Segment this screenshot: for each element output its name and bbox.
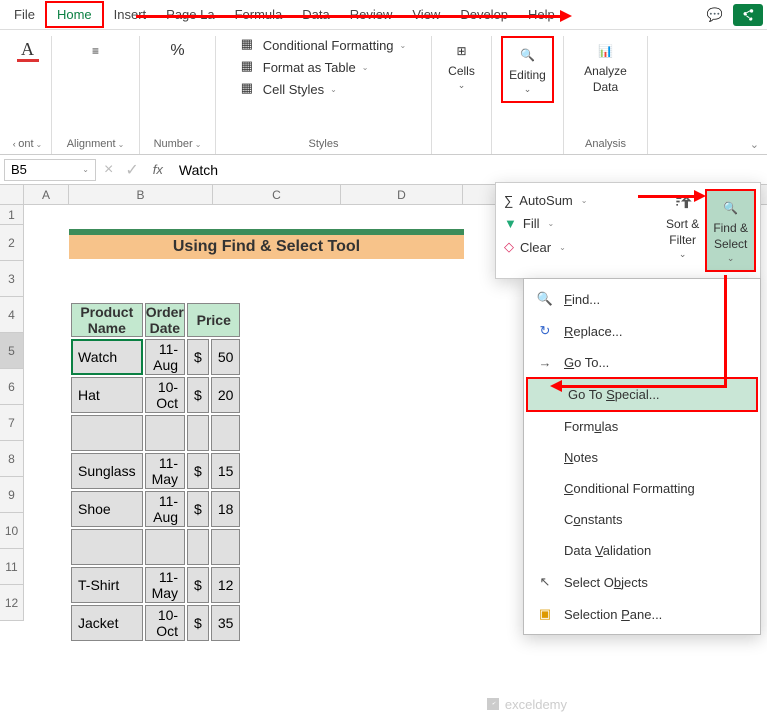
editing-button[interactable]: 🔍Editing⌄ <box>505 40 550 99</box>
find-select-button[interactable]: 🔍 Find &Select⌄ <box>709 193 752 268</box>
watermark: exceldemy <box>485 696 567 712</box>
font-group[interactable]: A <box>13 36 43 66</box>
tab-view[interactable]: View <box>402 3 450 26</box>
table-row[interactable]: Shoe11-Aug$18 <box>71 491 240 527</box>
tab-home[interactable]: Home <box>45 1 104 28</box>
col-header-c[interactable]: C <box>213 185 341 204</box>
menu-dataval[interactable]: Data Validation <box>524 535 760 566</box>
alignment-label: Alignment <box>67 138 116 150</box>
number-group[interactable]: % <box>163 36 193 66</box>
row-header[interactable]: 1 <box>0 205 24 225</box>
row-header[interactable]: 9 <box>0 477 24 513</box>
cells-button[interactable]: ⊞Cells⌄ <box>444 36 479 95</box>
menu-selectobjects[interactable]: ↖Select Objects <box>524 566 760 598</box>
menu-find[interactable]: 🔍Find... <box>524 283 760 315</box>
format-as-table-button[interactable]: ▦Format as Table⌄ <box>241 58 407 76</box>
arrow-head-1 <box>560 10 572 22</box>
row-header[interactable]: 4 <box>0 297 24 333</box>
menu-notes[interactable]: Notes <box>524 442 760 473</box>
fx-icon[interactable]: fx <box>147 162 169 177</box>
table-row[interactable]: Jacket10-Oct$35 <box>71 605 240 641</box>
header-price[interactable]: Price <box>187 303 240 337</box>
ribbon: A ‹ ont⌄ ≡ Alignment⌄ % Number⌄ ▦Conditi… <box>0 30 767 155</box>
menu-formulas[interactable]: Formulas <box>524 411 760 442</box>
ribbon-expand-icon[interactable]: ⌄ <box>750 138 759 151</box>
col-header-a[interactable]: A <box>24 185 69 204</box>
menu-condfmt[interactable]: Conditional Formatting <box>524 473 760 504</box>
row-header[interactable]: 11 <box>0 549 24 585</box>
data-table: Product Name Order Date Price Watch11-Au… <box>69 301 242 643</box>
table-row[interactable]: Sunglass11-May$15 <box>71 453 240 489</box>
formula-bar: B5⌄ ×✓ fx <box>0 155 767 185</box>
header-product[interactable]: Product Name <box>71 303 143 337</box>
formula-input[interactable] <box>173 159 763 181</box>
table-row[interactable]: Watch11-Aug$50 <box>71 339 240 375</box>
tab-developer[interactable]: Develop <box>450 3 518 26</box>
row-header[interactable]: 2 <box>0 225 24 261</box>
conditional-formatting-button[interactable]: ▦Conditional Formatting⌄ <box>241 36 407 54</box>
menu-selectionpane[interactable]: ▣Selection Pane... <box>524 598 760 630</box>
fill-button[interactable]: ▼Fill⌄ <box>504 216 658 231</box>
alignment-group[interactable]: ≡ <box>81 36 111 66</box>
row-header[interactable]: 5 <box>0 333 24 369</box>
analysis-label: Analysis <box>585 136 626 154</box>
row-header[interactable]: 6 <box>0 369 24 405</box>
col-header-d[interactable]: D <box>341 185 463 204</box>
select-all-corner[interactable] <box>0 185 24 204</box>
row-header[interactable]: 3 <box>0 261 24 297</box>
menu-tabs: File Home Insert Page La Formula Data Re… <box>0 0 767 30</box>
arrow-head-2 <box>694 190 706 202</box>
row-header[interactable]: 8 <box>0 441 24 477</box>
analyze-data-button[interactable]: 📊AnalyzeData <box>580 36 631 98</box>
number-label: Number <box>154 138 193 150</box>
comments-icon[interactable]: 💬 <box>701 4 729 26</box>
table-row[interactable]: T-Shirt11-May$12 <box>71 567 240 603</box>
header-orderdate[interactable]: Order Date <box>145 303 185 337</box>
row-header[interactable]: 7 <box>0 405 24 441</box>
menu-replace[interactable]: ↻Replace... <box>524 315 760 347</box>
tab-insert[interactable]: Insert <box>104 3 157 26</box>
title-band: Using Find & Select Tool <box>69 229 464 259</box>
clear-button[interactable]: ◇Clear⌄ <box>504 239 658 255</box>
styles-label: Styles <box>309 136 339 154</box>
find-select-menu: 🔍Find... ↻Replace... →Go To... Go To Spe… <box>523 278 761 635</box>
cell-styles-button[interactable]: ▦Cell Styles⌄ <box>241 80 407 98</box>
table-row[interactable] <box>71 529 240 565</box>
tab-pagelayout[interactable]: Page La <box>156 3 224 26</box>
tab-help[interactable]: Help <box>518 3 565 26</box>
share-button[interactable] <box>733 4 763 26</box>
menu-constants[interactable]: Constants <box>524 504 760 535</box>
tab-file[interactable]: File <box>4 3 45 26</box>
name-box[interactable]: B5⌄ <box>4 159 96 181</box>
menu-goto[interactable]: →Go To... <box>524 347 760 378</box>
tab-formulas[interactable]: Formula <box>225 3 293 26</box>
editing-dropdown-panel: ∑AutoSum⌄ ▼Fill⌄ ◇Clear⌄ Sort &Filter⌄ 🔍… <box>495 182 761 279</box>
col-header-b[interactable]: B <box>69 185 213 204</box>
row-header[interactable]: 10 <box>0 513 24 549</box>
tab-data[interactable]: Data <box>292 3 339 26</box>
tab-review[interactable]: Review <box>340 3 403 26</box>
row-header[interactable]: 12 <box>0 585 24 621</box>
arrow-head-3 <box>550 380 562 392</box>
font-label: ont <box>18 138 33 150</box>
table-row[interactable]: Hat10-Oct$20 <box>71 377 240 413</box>
autosum-button[interactable]: ∑AutoSum⌄ <box>504 193 658 208</box>
table-row[interactable] <box>71 415 240 451</box>
